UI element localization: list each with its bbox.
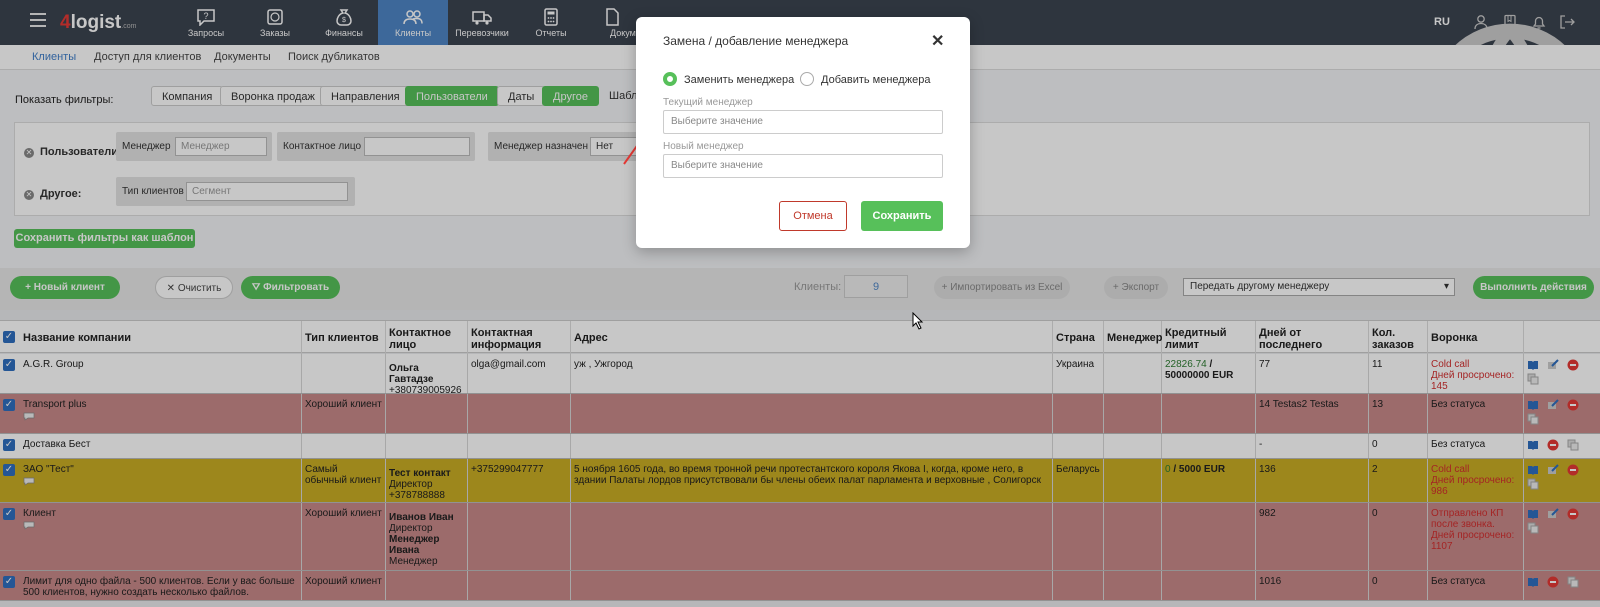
new-manager-label: Новый менеджер	[663, 141, 744, 152]
modal-title: Замена / добавление менеджера	[663, 34, 849, 48]
save-button[interactable]: Сохранить	[861, 201, 943, 231]
replace-manager-label[interactable]: Заменить менеджера	[684, 74, 794, 86]
close-icon[interactable]: ✕	[931, 31, 944, 51]
add-manager-label[interactable]: Добавить менеджера	[821, 74, 930, 86]
add-manager-radio[interactable]	[800, 72, 814, 86]
current-manager-label: Текущий менеджер	[663, 97, 753, 108]
replace-manager-radio[interactable]	[663, 72, 677, 86]
current-manager-select[interactable]: Выберите значение	[663, 110, 943, 134]
new-manager-select[interactable]: Выберите значение	[663, 154, 943, 178]
cancel-button[interactable]: Отмена	[779, 201, 847, 231]
mouse-cursor-icon	[912, 312, 924, 330]
replace-manager-modal: Замена / добавление менеджера ✕ Заменить…	[636, 17, 970, 248]
